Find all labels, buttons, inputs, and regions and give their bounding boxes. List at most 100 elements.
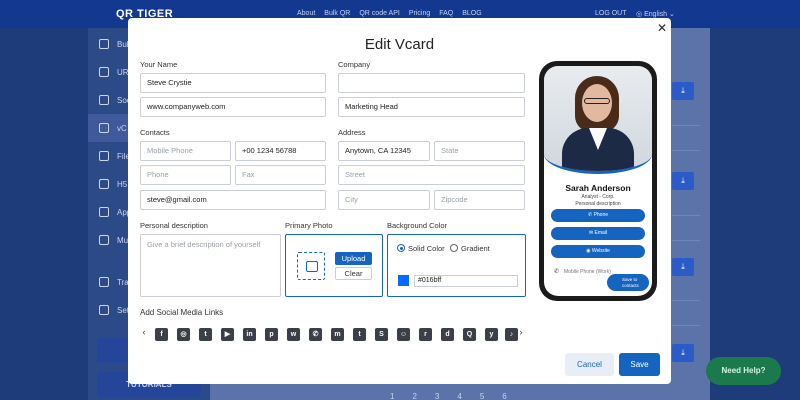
sidebar-item-label: UR [117,68,129,77]
website-field[interactable]: www.companyweb.com [140,97,326,117]
page-link[interactable]: 2 [412,392,416,400]
gradient-label: Gradient [461,244,490,253]
snapchat-icon[interactable]: ☺ [397,328,410,341]
job-title-field[interactable]: Marketing Head [338,97,525,117]
clear-button[interactable]: Clear [335,267,372,280]
address-label: Address [338,128,366,137]
email-field[interactable]: steve@gmail.com [140,190,326,210]
photo-placeholder[interactable] [297,252,325,280]
city-state-field[interactable]: Anytown, CA 12345 [338,141,430,161]
tumblr-icon[interactable]: t [353,328,366,341]
page-link[interactable]: 4 [457,392,461,400]
discord-icon[interactable]: d [441,328,454,341]
image-icon [306,261,318,272]
download-button[interactable]: ⤓ [672,172,694,190]
chevron-left-icon[interactable]: ‹ [140,327,148,337]
logout-link[interactable]: LOG OUT [595,10,627,17]
row-divider [672,240,700,241]
page-link[interactable]: 3 [435,392,439,400]
preview-website-button: ◉ Website [551,245,645,258]
nav-link-faq[interactable]: FAQ [439,10,453,17]
need-help-button[interactable]: Need Help? [706,357,781,385]
download-button[interactable]: ⤓ [672,258,694,276]
row-divider [672,125,700,126]
nav-link-bulk-qr[interactable]: Bulk QR [324,10,350,17]
color-swatch[interactable] [398,275,409,286]
twitter-icon[interactable]: t [199,328,212,341]
color-hex-input[interactable]: #016bff [414,275,518,287]
city-field[interactable]: City [338,190,430,210]
row-divider [672,325,700,326]
download-button[interactable]: ⤓ [672,344,694,362]
row-divider [672,215,700,216]
wechat-icon[interactable]: w [287,328,300,341]
page-link[interactable]: 1 [390,392,394,400]
gradient-radio[interactable] [450,244,458,252]
preview-subtitle: Analyst - Corp. [581,194,615,200]
reddit-icon[interactable]: r [419,328,432,341]
preview-website-label: Website [591,248,610,254]
personal-description-input[interactable]: Give a brief description of yourself [140,234,281,297]
facebook-icon[interactable]: f [155,328,168,341]
phone-screen: Sarah Anderson Analyst - Corp. Personal … [544,66,652,296]
mobile-phone-field[interactable]: Mobile Phone [140,141,231,161]
save-button[interactable]: Save [619,353,660,376]
mobile-phone-field-2[interactable]: +00 1234 56788 [235,141,326,161]
preview-phone-label: Phone [593,212,609,218]
background-color-box: Solid Color Gradient #016bff [387,234,526,297]
sidebar-item-label: Tra [117,278,129,287]
download-button[interactable]: ⤓ [672,82,694,100]
close-icon[interactable]: ✕ [656,22,668,34]
edit-vcard-modal: Edit Vcard ✕ Your Name Steve Crystie www… [128,18,671,384]
phone-preview: Sarah Anderson Analyst - Corp. Personal … [539,61,657,301]
social-icons-row: ‹ f ◎ t ▶ in p w ✆ m t S ☺ r d Q y ♪ › [140,322,526,346]
street-field[interactable]: Street [338,165,525,185]
row-divider [672,150,700,151]
link-icon [99,67,109,77]
nav-link-blog[interactable]: BLOG [462,10,481,17]
language-selector[interactable]: ◎ English ⌄ [636,10,675,18]
trash-icon [99,277,109,287]
gear-icon [99,305,109,315]
nav-links: About Bulk QR QR code API Pricing FAQ BL… [297,10,482,17]
chevron-right-icon[interactable]: › [517,327,525,337]
row-divider [672,300,700,301]
youtube-icon[interactable]: ▶ [221,328,234,341]
name-field[interactable]: Steve Crystie [140,73,326,93]
linkedin-icon[interactable]: in [243,328,256,341]
language-label: English [644,11,668,18]
primary-photo-label: Primary Photo [285,221,333,230]
nav-link-about[interactable]: About [297,10,315,17]
page-link[interactable]: 5 [480,392,484,400]
preview-phone-button: ✆ Phone [551,209,645,222]
yelp-icon[interactable]: y [485,328,498,341]
nav-link-qr-code-api[interactable]: QR code API [359,10,399,17]
upload-button[interactable]: Upload [335,252,372,265]
nav-link-pricing[interactable]: Pricing [409,10,430,17]
messenger-icon[interactable]: m [331,328,344,341]
cancel-button[interactable]: Cancel [565,353,614,376]
whatsapp-icon[interactable]: ✆ [309,328,322,341]
instagram-icon[interactable]: ◎ [177,328,190,341]
personal-description-label: Personal description [140,221,208,230]
sidebar-item-label: Mu [117,236,129,245]
solid-color-radio[interactable] [397,244,405,252]
page-link[interactable]: 6 [502,392,506,400]
your-name-label: Your Name [140,60,178,69]
background-color-label: Background Color [387,221,448,230]
sidebar-item-label: H5 [117,180,128,189]
app-icon [99,207,109,217]
pinterest-icon[interactable]: p [265,328,278,341]
company-field[interactable] [338,73,525,93]
social-links-label: Add Social Media Links [140,308,224,317]
quora-icon[interactable]: Q [463,328,476,341]
fax-field[interactable]: Fax [235,165,326,185]
phone-field[interactable]: Phone [140,165,231,185]
skype-icon[interactable]: S [375,328,388,341]
chat-icon [99,95,109,105]
zipcode-field[interactable]: Zipcode [434,190,525,210]
profile-photo [544,66,652,174]
state-field[interactable]: State [434,141,525,161]
sidebar-item-label: vC [117,124,127,133]
modal-title: Edit Vcard [364,36,435,53]
